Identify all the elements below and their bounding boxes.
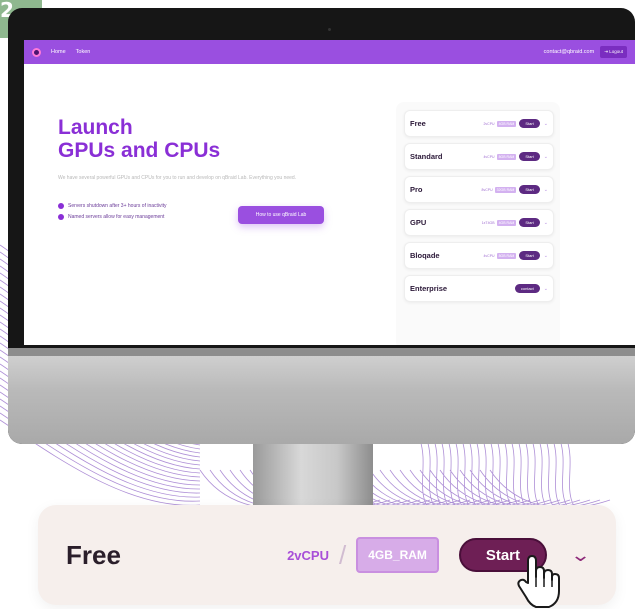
start-button[interactable]: Start [519,119,540,128]
monitor-chin-edge [8,348,635,356]
plan-ram: 8GB RAM [496,252,517,259]
chevron-down-icon[interactable]: ⌄ [544,187,548,193]
plan-name: Standard [410,152,443,161]
plan-row-free: Free 2vCPU 4GB RAM Start ⌄ [404,110,554,137]
chevron-down-icon[interactable]: ⌄ [544,121,548,127]
plan-ram: 4GB RAM [496,219,517,226]
check-icon [58,214,64,220]
zoom-cpu-label: 2vCPU [287,547,329,563]
zoom-ram-label: 4GB_RAM [356,537,439,573]
plan-list: Free 2vCPU 4GB RAM Start ⌄ Standard 4vCP… [396,102,560,345]
plan-name: GPU [410,218,427,227]
app-screen: Home Token contact@qbraid.com ⇥ Logout L… [24,40,635,345]
plan-cpu: 8vCPU [481,187,493,192]
start-button[interactable]: Start [519,218,540,227]
plan-ram: 8GB RAM [496,153,517,160]
feature-text: Named servers allow for easy management [68,214,165,220]
logout-button[interactable]: ⇥ Logout [600,46,627,58]
plan-cpu: 4vCPU [483,154,495,159]
monitor-chin [8,348,635,444]
zoom-plan-name: Free [66,539,121,570]
chevron-down-icon[interactable]: ⌄ [544,154,548,160]
plan-cpu: 1xT4GB [481,220,495,225]
nav-link-token[interactable]: Token [76,49,91,55]
hero-title-line-2: GPUs and CPUs [58,139,221,162]
account-email: contact@qbraid.com [543,49,595,55]
zoom-separator: / [338,539,347,570]
plan-name: Bloqade [410,251,440,260]
plan-cpu: 2vCPU [483,121,495,126]
plan-row-bloqade: Bloqade 4vCPU 8GB RAM Start ⌄ [404,242,554,269]
hand-pointer-icon [517,555,560,608]
chevron-down-icon[interactable]: ⌄ [544,286,548,292]
plan-row-pro: Pro 8vCPU 32GB RAM Start ⌄ [404,176,554,203]
plan-ram: 32GB RAM [494,186,517,193]
camera-icon [328,28,331,31]
feature-item: Named servers allow for easy management [58,214,167,220]
contact-button[interactable]: contact [514,284,540,293]
navbar: Home Token contact@qbraid.com ⇥ Logout [24,40,635,64]
nav-link-home[interactable]: Home [51,49,66,55]
hero-title: Launch GPUs and CPUs [58,116,220,162]
plan-name: Pro [410,185,423,194]
hero-title-line-1: Launch [58,116,133,139]
chevron-down-icon[interactable]: ⌄ [544,220,548,226]
plan-name: Free [410,119,426,128]
plan-cpu: 4vCPU [483,253,495,258]
chevron-down-icon[interactable]: ⌄ [544,253,548,259]
chevron-down-icon[interactable]: ⌄ [570,545,591,566]
qbraid-logo-icon[interactable] [32,47,41,57]
plan-ram: 4GB RAM [496,120,517,127]
plan-row-enterprise: Enterprise contact ⌄ [404,275,554,302]
plan-row-gpu: GPU 1xT4GB 4GB RAM Start ⌄ [404,209,554,236]
feature-text: Servers shutdown after 3+ hours of inact… [68,203,167,209]
monitor-stand [253,444,373,506]
start-button[interactable]: Start [519,251,540,260]
plan-row-standard: Standard 4vCPU 8GB RAM Start ⌄ [404,143,554,170]
start-button[interactable]: Start [519,152,540,161]
feature-list: Servers shutdown after 3+ hours of inact… [58,203,167,225]
check-icon [58,203,64,209]
feature-item: Servers shutdown after 3+ hours of inact… [58,203,167,209]
how-to-use-button[interactable]: How to use qBraid Lab [238,206,324,224]
hero-subtitle: We have several powerful GPUs and CPUs f… [58,175,297,181]
start-button[interactable]: Start [519,185,540,194]
plan-name: Enterprise [410,284,448,293]
